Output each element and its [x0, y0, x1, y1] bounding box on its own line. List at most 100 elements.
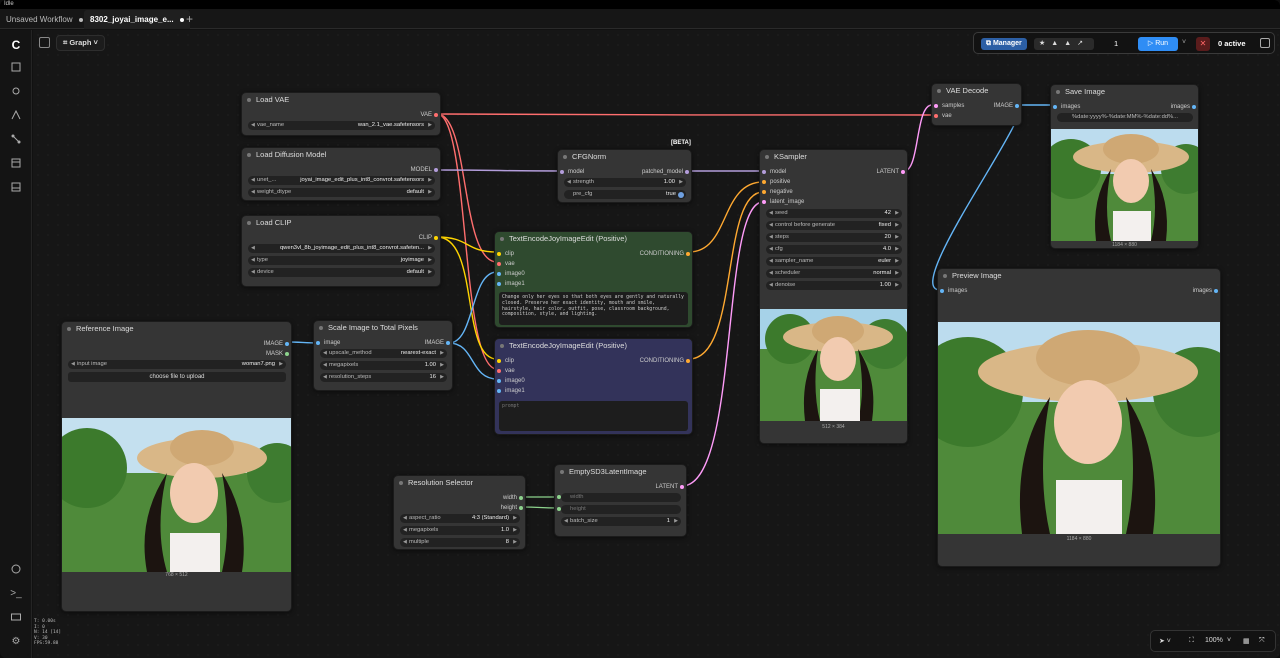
input-image1[interactable]: image1: [505, 280, 525, 288]
output-images[interactable]: images: [1150, 103, 1190, 111]
manager-button[interactable]: ⧉ Manager: [981, 38, 1027, 50]
input-vae[interactable]: vae: [505, 367, 515, 375]
output-dot-icon[interactable]: [686, 359, 690, 363]
node-text-encode-positive[interactable]: TextEncodeJoyImageEdit (Positive) clip v…: [494, 231, 693, 328]
output-dot-icon[interactable]: [434, 113, 438, 117]
input-dot-icon[interactable]: [497, 262, 501, 266]
output-height[interactable]: height: [477, 504, 517, 512]
output-latent[interactable]: LATENT: [638, 483, 678, 491]
input-vae[interactable]: vae: [942, 112, 952, 120]
widget-clip-type[interactable]: ◀ type joyimage ▶: [248, 256, 435, 265]
widget-sampler-name[interactable]: ◀ sampler_name euler ▶: [766, 257, 902, 266]
output-dot-icon[interactable]: [519, 506, 523, 510]
widget-steps[interactable]: ◀ steps 20 ▶: [766, 233, 902, 242]
widget-pre-cfg[interactable]: pre_cfg true: [564, 190, 686, 199]
input-images[interactable]: images: [1061, 103, 1080, 111]
node-text-encode-negative[interactable]: TextEncodeJoyImageEdit (Positive) clip v…: [494, 338, 693, 435]
input-dot-icon[interactable]: [940, 289, 944, 293]
help-icon[interactable]: [9, 562, 23, 576]
widget-scheduler[interactable]: ◀ scheduler normal ▶: [766, 269, 902, 278]
widget-weight-dtype[interactable]: ◀ weight_dtype default ▶: [248, 188, 435, 197]
node-preview-image[interactable]: Preview Image images images 1184 × 880: [937, 268, 1221, 567]
output-dot-icon[interactable]: [685, 170, 689, 174]
output-conditioning[interactable]: CONDITIONING: [614, 357, 684, 365]
output-width[interactable]: width: [477, 494, 517, 502]
input-clip[interactable]: clip: [505, 250, 514, 258]
output-model[interactable]: MODEL: [372, 166, 432, 174]
output-dot-icon[interactable]: [1015, 104, 1019, 108]
input-dot-icon[interactable]: [762, 190, 766, 194]
output-dot-icon[interactable]: [1192, 105, 1196, 109]
output-dot-icon[interactable]: [519, 496, 523, 500]
input-dot-icon[interactable]: [762, 180, 766, 184]
input-dot-icon[interactable]: [497, 252, 501, 256]
input-latent-image[interactable]: latent_image: [770, 198, 804, 206]
toggle-panel-icon[interactable]: [39, 37, 50, 48]
input-clip[interactable]: clip: [505, 357, 514, 365]
output-dot-icon[interactable]: [680, 485, 684, 489]
widget-strength[interactable]: ◀ strength 1.00 ▶: [564, 178, 686, 187]
node-vae-decode[interactable]: VAE Decode samples vae IMAGE: [931, 83, 1022, 126]
input-dot-icon[interactable]: [497, 282, 501, 286]
node-save-image[interactable]: Save Image images images %date:yyyy%-%da…: [1050, 84, 1199, 249]
widget-multiple[interactable]: ◀ multiple 8 ▶: [400, 538, 520, 547]
output-dot-icon[interactable]: [901, 170, 905, 174]
output-dot-icon[interactable]: [434, 236, 438, 240]
node-load-diffusion-model[interactable]: Load Diffusion Model MODEL ◀ unet_... joya…: [241, 147, 441, 201]
input-image0[interactable]: image0: [505, 377, 525, 385]
node-library-icon[interactable]: [9, 108, 23, 122]
run-options-chevron-icon[interactable]: ˅: [1182, 39, 1186, 46]
input-image1[interactable]: image1: [505, 387, 525, 395]
input-dot-icon[interactable]: [934, 114, 938, 118]
output-dot-icon[interactable]: [446, 341, 450, 345]
widget-cfg[interactable]: ◀ cfg 4.0 ▶: [766, 245, 902, 254]
output-dot-icon[interactable]: [1214, 289, 1218, 293]
output-conditioning[interactable]: CONDITIONING: [614, 250, 684, 258]
minimap-icon[interactable]: ▦: [1243, 637, 1250, 645]
link-visibility-icon[interactable]: ⤧: [1259, 637, 1265, 645]
input-samples[interactable]: samples: [942, 102, 964, 110]
widget-upscale-method[interactable]: ◀ upscale_method nearest-exact ▶: [320, 349, 447, 358]
input-image[interactable]: image: [324, 339, 340, 347]
input-model[interactable]: model: [568, 168, 584, 176]
node-reference-image[interactable]: Reference Image IMAGE MASK ◀ input image w…: [61, 321, 292, 612]
widget-megapixels[interactable]: ◀ megapixels 1.0 ▶: [400, 526, 520, 535]
widget-seed[interactable]: ◀ seed 42 ▶: [766, 209, 902, 218]
node-load-clip[interactable]: Load CLIP CLIP ◀ qwen3vl_8b_joyimage_edit…: [241, 215, 441, 287]
input-negative[interactable]: negative: [770, 188, 793, 196]
output-image[interactable]: IMAGE: [404, 339, 444, 347]
templates-icon[interactable]: [9, 156, 23, 170]
output-latent[interactable]: LATENT: [839, 168, 899, 176]
widget-denoise[interactable]: ◀ denoise 1.00 ▶: [766, 281, 902, 290]
output-images[interactable]: images: [1172, 287, 1212, 295]
output-image[interactable]: IMAGE: [243, 340, 283, 348]
widget-vae-name[interactable]: ◀ vae_name wan_2.1_vae.safetensors ▶: [248, 121, 435, 130]
widget-clip-name[interactable]: ◀ qwen3vl_8b_joyimage_edit_plus_int8_conv…: [248, 244, 435, 253]
output-dot-icon[interactable]: [285, 342, 289, 346]
widget-megapixels[interactable]: ◀ megapixels 1.00 ▶: [320, 361, 447, 370]
input-dot-icon[interactable]: [497, 359, 501, 363]
input-dot-icon[interactable]: [497, 272, 501, 276]
input-dot-icon[interactable]: [497, 369, 501, 373]
node-ksampler[interactable]: KSampler model positive negative latent_…: [759, 149, 908, 444]
node-scale-image-total-pixels[interactable]: Scale Image to Total Pixels image IMAGE …: [313, 320, 453, 391]
output-dot-icon[interactable]: [434, 168, 438, 172]
input-dot-icon[interactable]: [497, 379, 501, 383]
keyboard-icon[interactable]: [9, 610, 23, 624]
input-positive[interactable]: positive: [770, 178, 790, 186]
node-load-vae[interactable]: Load VAE VAE ◀ vae_name wan_2.1_vae.safete…: [241, 92, 441, 136]
widget-aspect-ratio[interactable]: ◀ aspect_ratio 4:3 (Standard) ▶: [400, 514, 520, 523]
zoom-chevron-icon[interactable]: ˅: [1227, 637, 1231, 644]
tab-active-workflow[interactable]: 8302_joyai_image_e...: [84, 10, 190, 29]
widget-resolution-steps[interactable]: ◀ resolution_steps 16 ▶: [320, 373, 447, 382]
images-icon[interactable]: [9, 60, 23, 74]
zoom-level[interactable]: 100%: [1205, 637, 1223, 644]
run-button[interactable]: ▷ Run: [1138, 37, 1178, 51]
widget-control-before-generate[interactable]: ◀ control before generate fixed ▶: [766, 221, 902, 230]
widget-input-image[interactable]: ◀ input image woman7.png ▶: [68, 360, 286, 369]
input-dot-icon[interactable]: [316, 341, 320, 345]
input-dot-icon[interactable]: [934, 104, 938, 108]
input-dot-icon[interactable]: [1053, 105, 1057, 109]
settings-gear-icon[interactable]: ⚙: [9, 634, 23, 648]
output-clip[interactable]: CLIP: [372, 234, 432, 242]
